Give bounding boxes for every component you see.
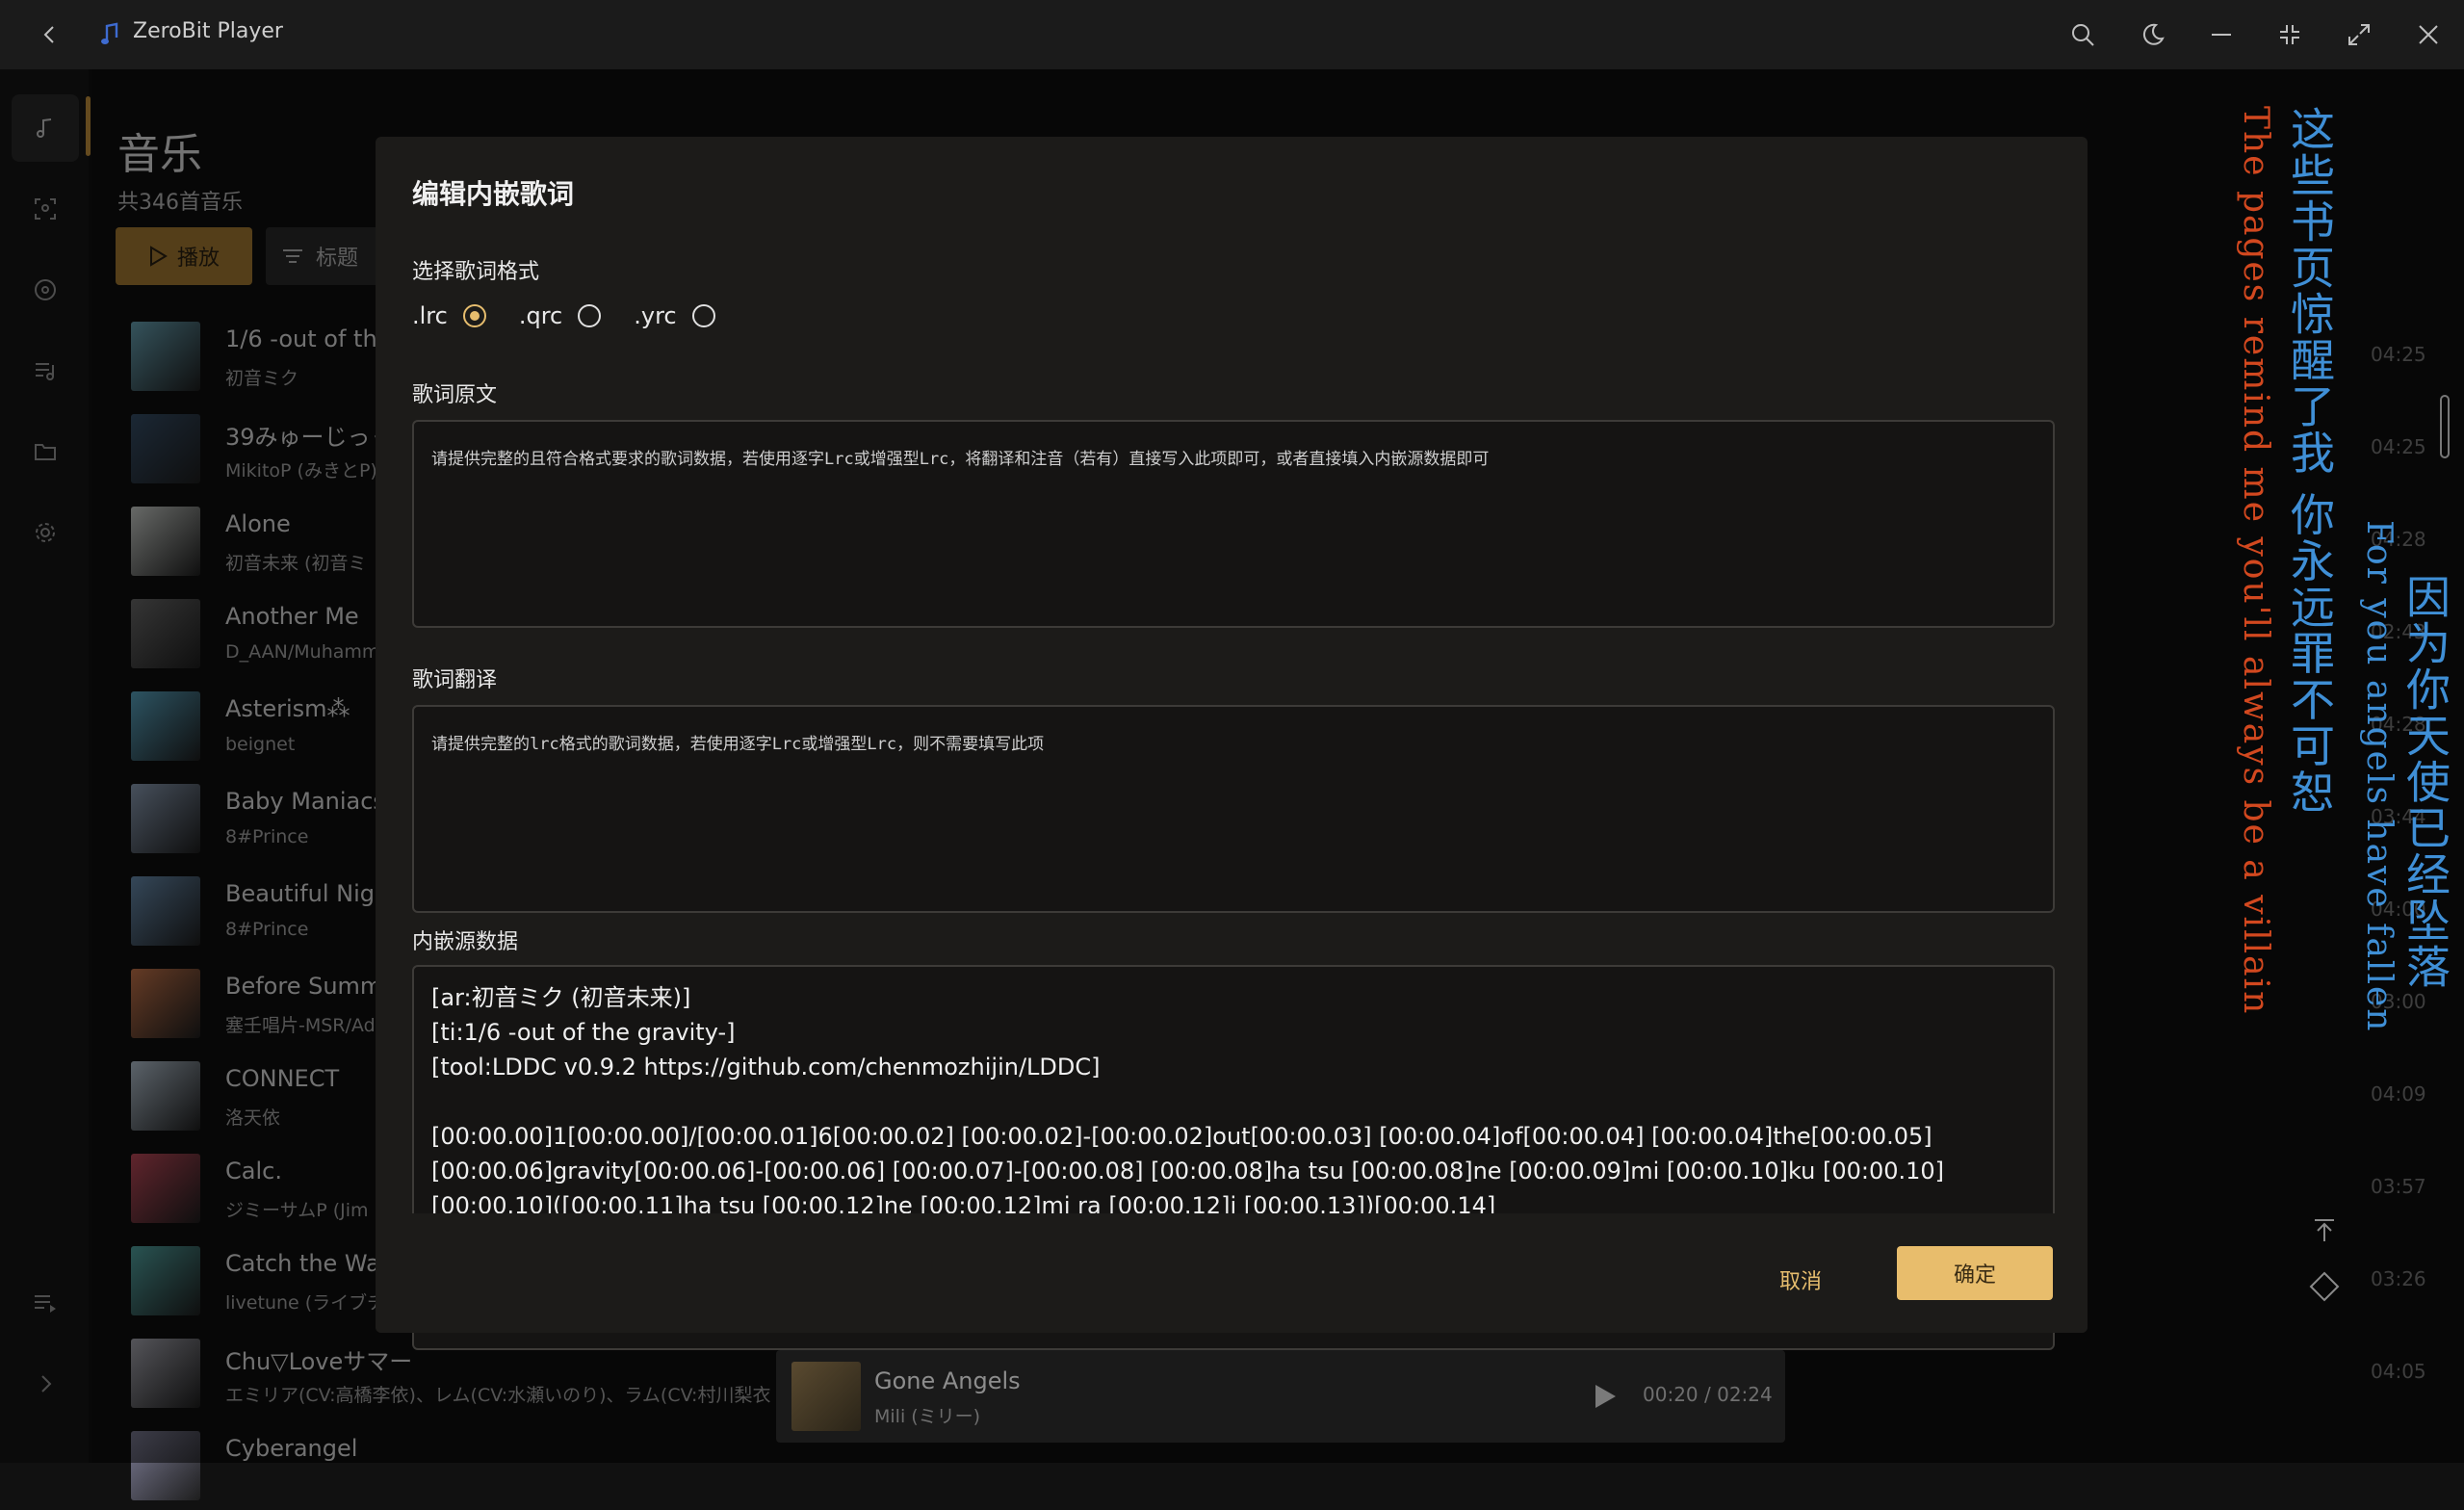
player-artist: Mili (ミリー) (874, 1406, 981, 1427)
close-icon (2419, 25, 2438, 44)
scroll-to-top-button[interactable] (2311, 1217, 2338, 1244)
translation-lyrics-placeholder: 请提供完整的lrc格式的歌词数据，若使用逐字Lrc或增强型Lrc，则不需要填写此… (431, 735, 1045, 754)
source-line: [ar:初音ミク (初音未来)] (431, 984, 691, 1011)
source-line (431, 1084, 2036, 1119)
search-button[interactable] (2063, 15, 2102, 54)
maximize-button[interactable] (2340, 15, 2378, 54)
source-line: [tool:LDDC v0.9.2 https://github.com/che… (431, 1054, 1101, 1080)
lyric-line-2-english: For you angels have fallen (2359, 520, 2399, 1033)
lyric-line-2-chinese: 因为你天使已经坠落 (2399, 574, 2451, 990)
player-time: 00:20 / 02:24 (1643, 1383, 1773, 1406)
title-bar: ZeroBit Player (0, 0, 2464, 69)
expand-icon (2348, 24, 2370, 45)
edit-lyrics-dialog: 编辑内嵌歌词 选择歌词格式 .lrc .qrc .yrc 歌词原文 请提供完整的… (376, 137, 2088, 1350)
format-option-lrc-label: .lrc (412, 302, 448, 329)
original-lyrics-placeholder: 请提供完整的且符合格式要求的歌词数据，若使用逐字Lrc或增强型Lrc，将翻译和注… (431, 450, 1490, 469)
music-note-logo-icon (101, 22, 118, 44)
cancel-button[interactable]: 取消 (1752, 1254, 1849, 1306)
minimize-button[interactable] (2202, 15, 2241, 54)
compact-button[interactable] (2270, 15, 2309, 54)
app-logo (91, 15, 129, 54)
minimize-icon (2212, 34, 2231, 36)
player-title: Gone Angels (874, 1367, 1021, 1394)
source-line: [00:00.06]gravity[00:00.06]-[00:00.06] [… (431, 1158, 1945, 1185)
dialog-title: 编辑内嵌歌词 (412, 178, 575, 210)
chevron-left-icon (43, 26, 54, 43)
theme-toggle-button[interactable] (2134, 15, 2172, 54)
original-lyrics-input[interactable]: 请提供完整的且符合格式要求的歌词数据，若使用逐字Lrc或增强型Lrc，将翻译和注… (412, 420, 2055, 628)
format-label: 选择歌词格式 (412, 260, 540, 284)
back-button[interactable] (31, 15, 69, 54)
search-icon (2072, 24, 2094, 46)
play-icon (1595, 1385, 1616, 1408)
app-title: ZeroBit Player (133, 19, 283, 43)
original-label: 歌词原文 (412, 383, 498, 407)
arrow-up-to-top-icon (2315, 1219, 2334, 1241)
format-option-yrc-label: .yrc (634, 302, 677, 329)
moon-icon (2142, 23, 2165, 45)
source-label: 内嵌源数据 (412, 930, 519, 954)
close-button[interactable] (2409, 15, 2448, 54)
format-radio-group: .lrc .qrc .yrc (412, 302, 748, 329)
locate-button[interactable] (2309, 1271, 2340, 1302)
source-line: [ti:1/6 -out of the gravity-] (431, 1019, 736, 1046)
source-line: [00:00.00]1[00:00.00]/[00:00.01]6[00:00.… (431, 1123, 1932, 1150)
player-cover[interactable] (791, 1362, 861, 1431)
format-option-qrc-radio[interactable] (578, 304, 602, 327)
scrollbar-handle[interactable] (2440, 395, 2450, 458)
player-bar: Gone Angels Mili (ミリー) 00:20 / 02:24 (776, 1350, 1785, 1443)
lyric-line-1-english: The pages remind me you'll always be a v… (2236, 106, 2275, 1016)
shrink-icon (2280, 25, 2299, 44)
diamond-icon (2309, 1271, 2340, 1302)
format-option-yrc-radio[interactable] (691, 304, 715, 327)
translation-lyrics-input[interactable]: 请提供完整的lrc格式的歌词数据，若使用逐字Lrc或增强型Lrc，则不需要填写此… (412, 705, 2055, 913)
confirm-button[interactable]: 确定 (1897, 1246, 2053, 1300)
translation-label: 歌词翻译 (412, 668, 498, 692)
player-play-button[interactable] (1593, 1383, 1618, 1410)
lyric-line-1-chinese: 这些书页惊醒了我 你永远罪不可恕 (2284, 106, 2336, 816)
format-option-qrc-label: .qrc (518, 302, 563, 329)
format-option-lrc-radio[interactable] (462, 304, 486, 327)
